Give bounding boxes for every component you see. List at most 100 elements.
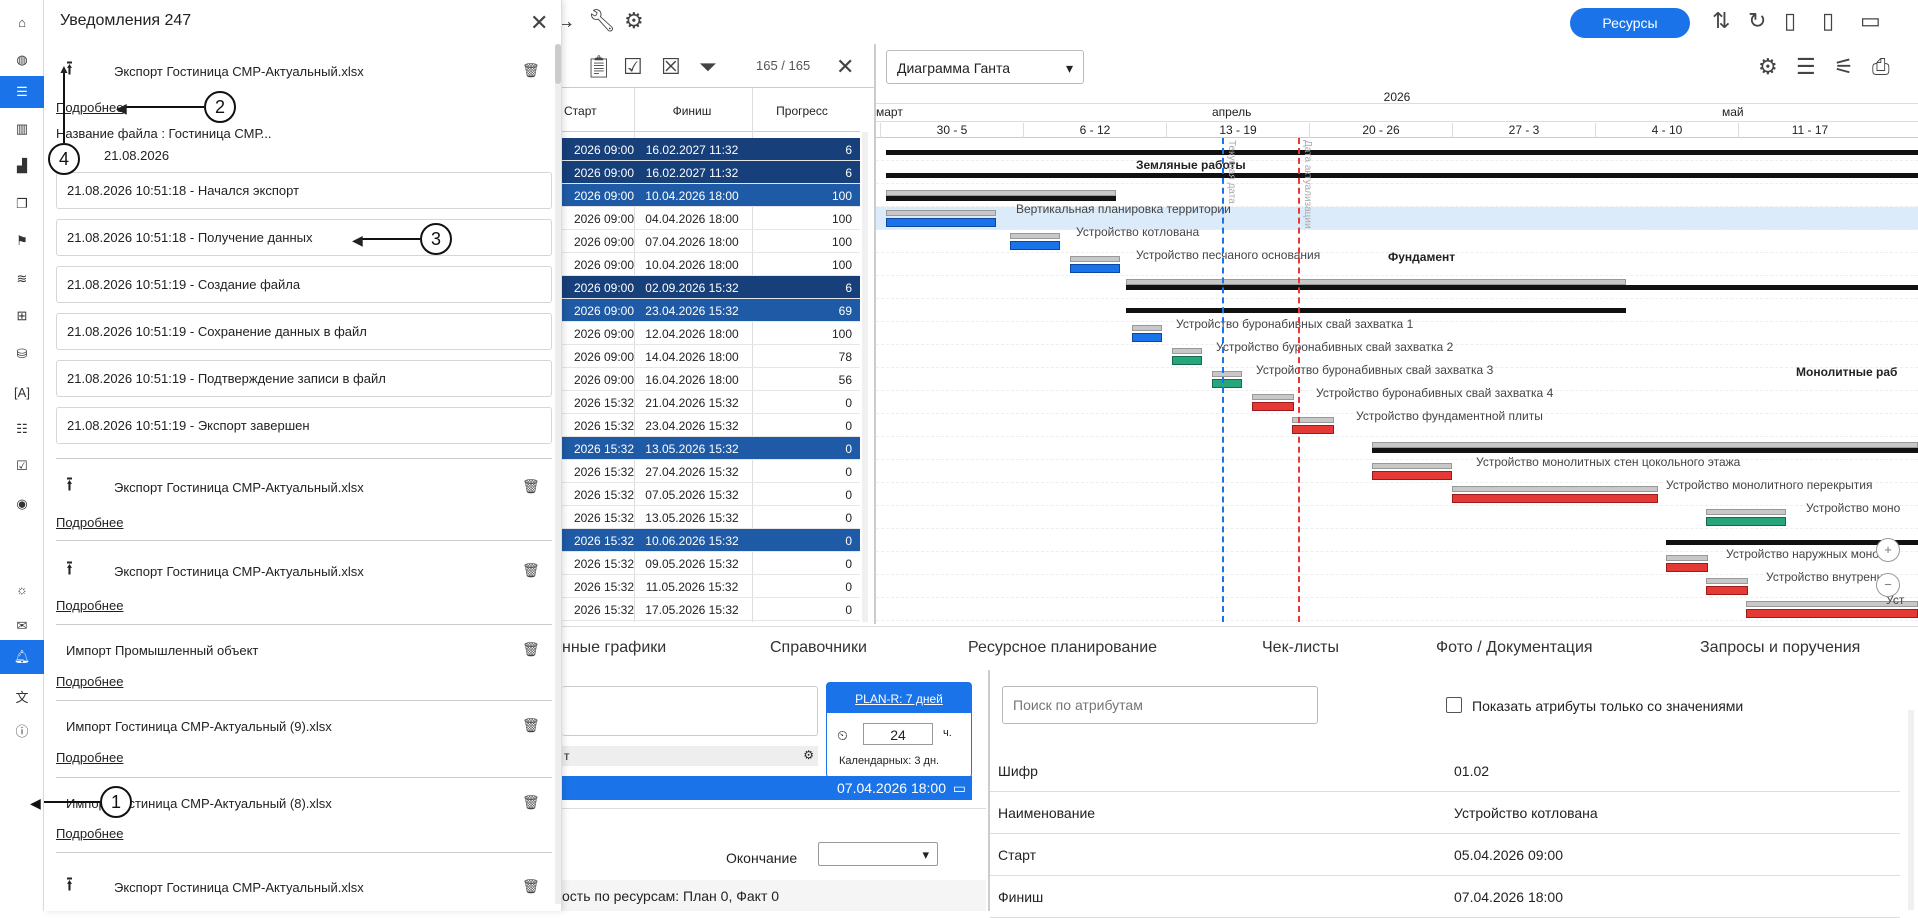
table-row[interactable]: 2026 15:32 27.04.2026 15:32 0 xyxy=(562,460,860,483)
translate-icon[interactable]: 文 xyxy=(8,682,36,710)
trash-icon[interactable]: 🗑︎ xyxy=(522,478,540,495)
end-select[interactable]: ▾ xyxy=(818,842,938,866)
table-row[interactable]: 2026 09:00 14.04.2026 18:00 78 xyxy=(562,345,860,368)
col-start[interactable]: Старт xyxy=(562,104,634,118)
table-row[interactable]: 2026 15:32 10.06.2026 15:32 0 xyxy=(562,529,860,552)
table-row[interactable]: 2026 09:00 16.04.2026 18:00 56 xyxy=(562,368,860,391)
attribute-search-input[interactable] xyxy=(1002,686,1318,724)
task-bar[interactable] xyxy=(1010,241,1060,250)
baseline-bar[interactable] xyxy=(1706,509,1786,515)
table-row[interactable]: 2026 15:32 13.05.2026 15:32 0 xyxy=(562,437,860,460)
trash-icon[interactable]: 🗑︎ xyxy=(522,62,540,79)
panel-bottom-icon[interactable]: ▭ xyxy=(1860,8,1881,34)
layers-icon[interactable]: ❐ xyxy=(8,190,36,218)
duration-input[interactable]: 24 xyxy=(863,723,933,745)
summary-bar[interactable] xyxy=(886,173,1918,178)
refresh-icon[interactable]: ↻ xyxy=(1748,8,1766,34)
eye-icon[interactable]: ◉ xyxy=(8,490,36,518)
task-bar[interactable] xyxy=(1452,494,1658,503)
tab-checklists[interactable]: Чек-листы xyxy=(1262,639,1339,657)
baseline-bar[interactable] xyxy=(1452,486,1658,492)
col-progress[interactable]: Прогресс xyxy=(752,104,852,118)
tab-requests[interactable]: Запросы и поручения xyxy=(1700,639,1860,657)
attribute-row[interactable]: Финиш 07.04.2026 18:00 xyxy=(990,876,1900,918)
task-bar[interactable] xyxy=(1746,609,1918,618)
close-icon[interactable]: ✕ xyxy=(530,10,548,36)
table-row[interactable]: 2026 09:00 12.04.2026 18:00 100 xyxy=(562,322,860,345)
trash-icon[interactable]: 🗑︎ xyxy=(522,878,540,895)
task-bar[interactable] xyxy=(1172,356,1202,365)
info-icon[interactable]: ⓘ xyxy=(8,716,36,744)
globe-icon[interactable]: ◍ xyxy=(8,46,36,74)
message-icon[interactable]: ✉ xyxy=(8,612,36,640)
table-row[interactable]: 2026 09:00 07.04.2026 18:00 100 xyxy=(562,230,860,253)
filter-clear-icon[interactable]: ✕ xyxy=(836,54,854,80)
zoom-in-icon[interactable]: + xyxy=(1876,538,1900,562)
print-icon[interactable]: ⎙ xyxy=(1872,54,1890,80)
table-row[interactable]: 2026 15:32 13.05.2026 15:32 0 xyxy=(562,506,860,529)
details-link[interactable]: Подробнее xyxy=(56,674,123,689)
table-row[interactable]: 2026 09:00 02.09.2026 15:32 6 xyxy=(562,276,860,299)
attribute-row[interactable]: Шифр 01.02 xyxy=(990,750,1900,792)
baseline-bar[interactable] xyxy=(1666,555,1708,561)
summary-bar[interactable] xyxy=(1126,308,1626,313)
notifications-scrollbar[interactable] xyxy=(555,44,561,904)
baseline-bar[interactable] xyxy=(1372,463,1452,469)
stripes-icon[interactable]: ≋ xyxy=(8,265,36,293)
task-bar[interactable] xyxy=(1070,264,1120,273)
baseline-bar[interactable] xyxy=(1372,442,1918,448)
table-row[interactable]: 2026 15:32 11.05.2026 15:32 0 xyxy=(562,575,860,598)
clipboard-edit-icon[interactable]: 📋︎ xyxy=(585,54,613,80)
view-select[interactable]: Диаграмма Ганта ▾ xyxy=(886,50,1084,84)
col-finish[interactable]: Финиш xyxy=(642,104,742,118)
trash-icon[interactable]: 🗑︎ xyxy=(522,717,540,734)
details-link[interactable]: Подробнее xyxy=(56,100,123,115)
baseline-bar[interactable] xyxy=(1706,578,1748,584)
table-row[interactable]: 2026 15:32 21.04.2026 15:32 0 xyxy=(562,391,860,414)
table-row[interactable]: 2026 09:00 16.02.2027 11:32 6 xyxy=(562,138,860,161)
grid-icon[interactable]: ⊞ xyxy=(8,302,36,330)
sort-icon[interactable]: ⇅ xyxy=(1712,8,1730,34)
calendar-icon[interactable]: ▭ xyxy=(953,780,966,797)
panel-right-icon[interactable]: ▯ xyxy=(1822,8,1834,34)
baseline-bar[interactable] xyxy=(1132,325,1162,331)
cog-icon[interactable]: ⚙ xyxy=(803,748,814,762)
baseline-bar[interactable] xyxy=(1212,371,1242,377)
table-row[interactable]: 2026 09:00 10.04.2026 18:00 100 xyxy=(562,253,860,276)
baseline-bar[interactable] xyxy=(1172,348,1202,354)
table-row[interactable]: 2026 09:00 16.02.2027 11:32 6 xyxy=(562,161,860,184)
baseline-bar[interactable] xyxy=(1010,233,1060,239)
trash-icon[interactable]: 🗑︎ xyxy=(522,794,540,811)
tab-photo-docs[interactable]: Фото / Документация xyxy=(1436,639,1593,657)
task-bar[interactable] xyxy=(1706,517,1786,526)
task-name-field[interactable] xyxy=(562,686,818,736)
table-scrollbar[interactable] xyxy=(862,132,868,622)
task-bar[interactable] xyxy=(1706,586,1748,595)
summary-bar[interactable] xyxy=(886,150,1918,155)
only-values-checkbox[interactable] xyxy=(1446,697,1462,713)
task-bar[interactable] xyxy=(1132,333,1162,342)
table-row[interactable]: 2026 09:00 04.04.2026 18:00 100 xyxy=(562,207,860,230)
details-link[interactable]: Подробнее xyxy=(56,598,123,613)
list-icon[interactable]: ☷ xyxy=(8,415,36,443)
panel-left-icon[interactable]: ▯ xyxy=(1784,8,1796,34)
trash-icon[interactable]: 🗑︎ xyxy=(522,562,540,579)
table-row[interactable]: 2026 09:00 23.04.2026 15:32 69 xyxy=(562,299,860,322)
tab-resource-planning[interactable]: Ресурсное планирование xyxy=(968,639,1157,657)
task-bar[interactable] xyxy=(1252,402,1294,411)
home-icon[interactable]: ⌂ xyxy=(8,8,36,36)
task-bar[interactable] xyxy=(1212,379,1242,388)
table-row[interactable]: 2026 15:32 23.04.2026 15:32 0 xyxy=(562,414,860,437)
bell-icon[interactable]: 🔔︎ xyxy=(0,640,44,674)
details-link[interactable]: Подробнее xyxy=(56,515,123,530)
task-bar[interactable] xyxy=(1666,563,1708,572)
task-bar[interactable] xyxy=(886,218,996,227)
calendar-check-icon[interactable]: ☑ xyxy=(8,452,36,480)
baseline-bar[interactable] xyxy=(1126,279,1626,285)
settings-icon[interactable]: ⚙ xyxy=(624,8,644,34)
baseline-bar[interactable] xyxy=(1070,256,1120,262)
board-icon[interactable]: ▥ xyxy=(8,115,36,143)
baseline-bar[interactable] xyxy=(1252,394,1294,400)
attribute-row[interactable]: Наименование Устройство котлована xyxy=(990,792,1900,834)
analytics-icon[interactable]: ▟ xyxy=(8,152,36,180)
